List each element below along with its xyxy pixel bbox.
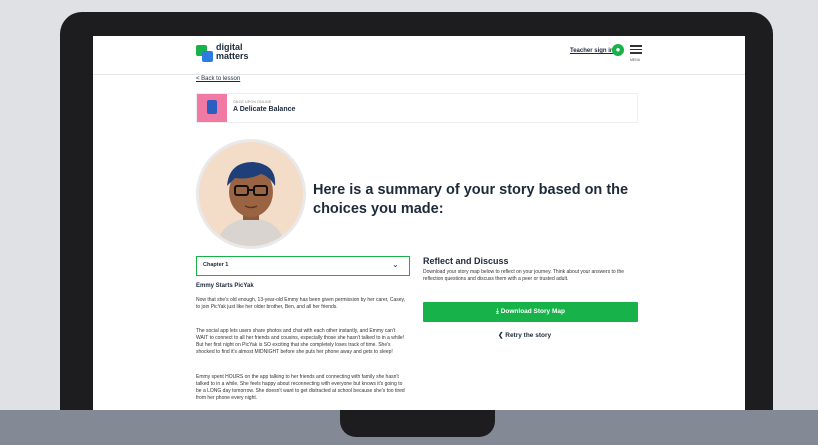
back-to-lesson-link[interactable]: < Back to lesson (196, 76, 240, 82)
user-icon[interactable]: ● (612, 44, 624, 56)
browser-screen: digital matters Teacher sign in ● MENU <… (93, 36, 745, 411)
summary-heading: Here is a summary of your story based on… (313, 182, 629, 217)
reflect-text: Download your story map below to reflect… (423, 269, 625, 282)
logo-mark-icon (196, 45, 214, 63)
lesson-card: ONCE UPON ONLINE A Delicate Balance (196, 93, 638, 123)
lesson-eyebrow: ONCE UPON ONLINE (233, 100, 272, 104)
lesson-title: A Delicate Balance (233, 106, 296, 113)
story-paragraph-2: The social app lets users share photos a… (196, 328, 405, 355)
laptop-notch (340, 410, 495, 437)
chevron-down-icon: ⌄ (392, 260, 399, 269)
digital-matters-logo[interactable]: digital matters (196, 43, 256, 67)
story-paragraph-3: Emmy spent HOURS on the app talking to h… (196, 374, 405, 401)
menu-label: MENU (630, 58, 641, 62)
chapter-select-value: Chapter 1 (203, 262, 229, 268)
character-avatar (196, 139, 306, 249)
download-story-map-button[interactable]: ⤓ Download Story Map (423, 302, 638, 322)
reflect-heading: Reflect and Discuss (423, 256, 509, 266)
chapter-select[interactable]: Chapter 1 ⌄ (196, 256, 410, 276)
hamburger-icon[interactable] (630, 45, 642, 57)
teacher-sign-in-link[interactable]: Teacher sign in (570, 48, 614, 54)
lesson-thumbnail (197, 94, 227, 122)
logo-line2: matters (216, 51, 249, 61)
story-paragraph-1: Now that she's old enough, 13-year-old E… (196, 297, 406, 310)
retry-story-link[interactable]: ❮ Retry the story (498, 331, 551, 339)
story-chapter-title: Emmy Starts PicYak (196, 283, 254, 289)
site-header: digital matters Teacher sign in ● MENU (93, 36, 745, 75)
avatar-illustration (199, 142, 303, 246)
